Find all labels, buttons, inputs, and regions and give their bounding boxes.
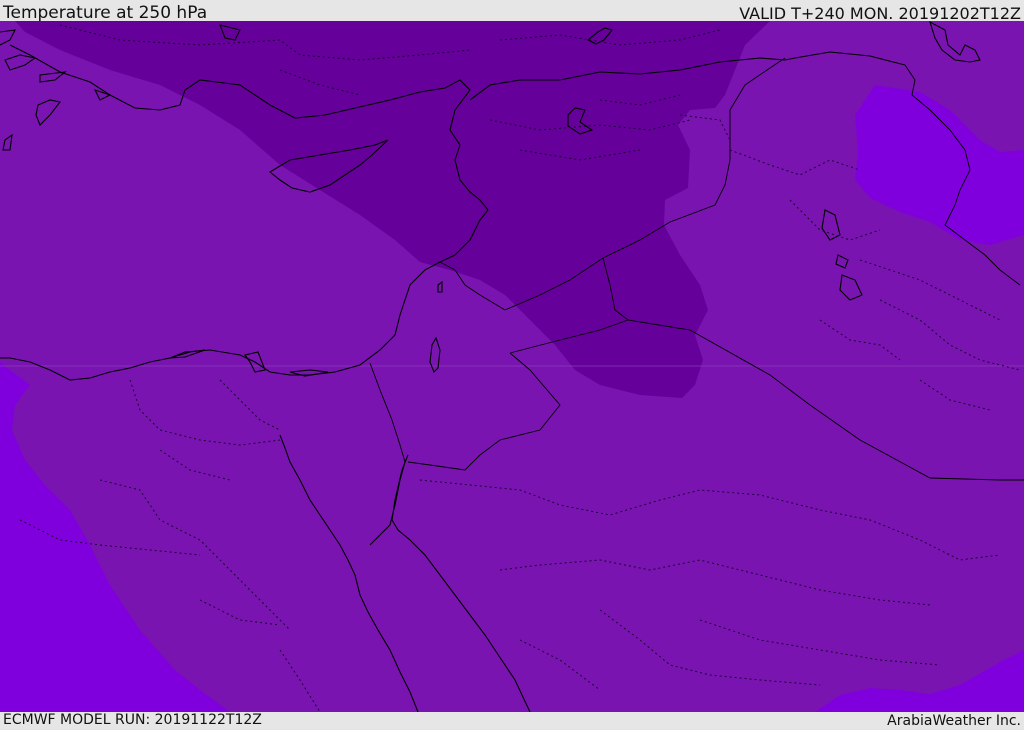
credit-label: ArabiaWeather Inc. [887,713,1021,729]
map-title: Temperature at 250 hPa [3,3,208,23]
weather-map[interactable] [0,21,1024,712]
header-bar: Temperature at 250 hPa VALID T+240 MON. … [0,0,1024,23]
map-canvas[interactable] [0,21,1024,712]
footer-bar: ECMWF MODEL RUN: 20191122T12Z ArabiaWeat… [0,712,1024,729]
model-run-label: ECMWF MODEL RUN: 20191122T12Z [3,712,262,728]
